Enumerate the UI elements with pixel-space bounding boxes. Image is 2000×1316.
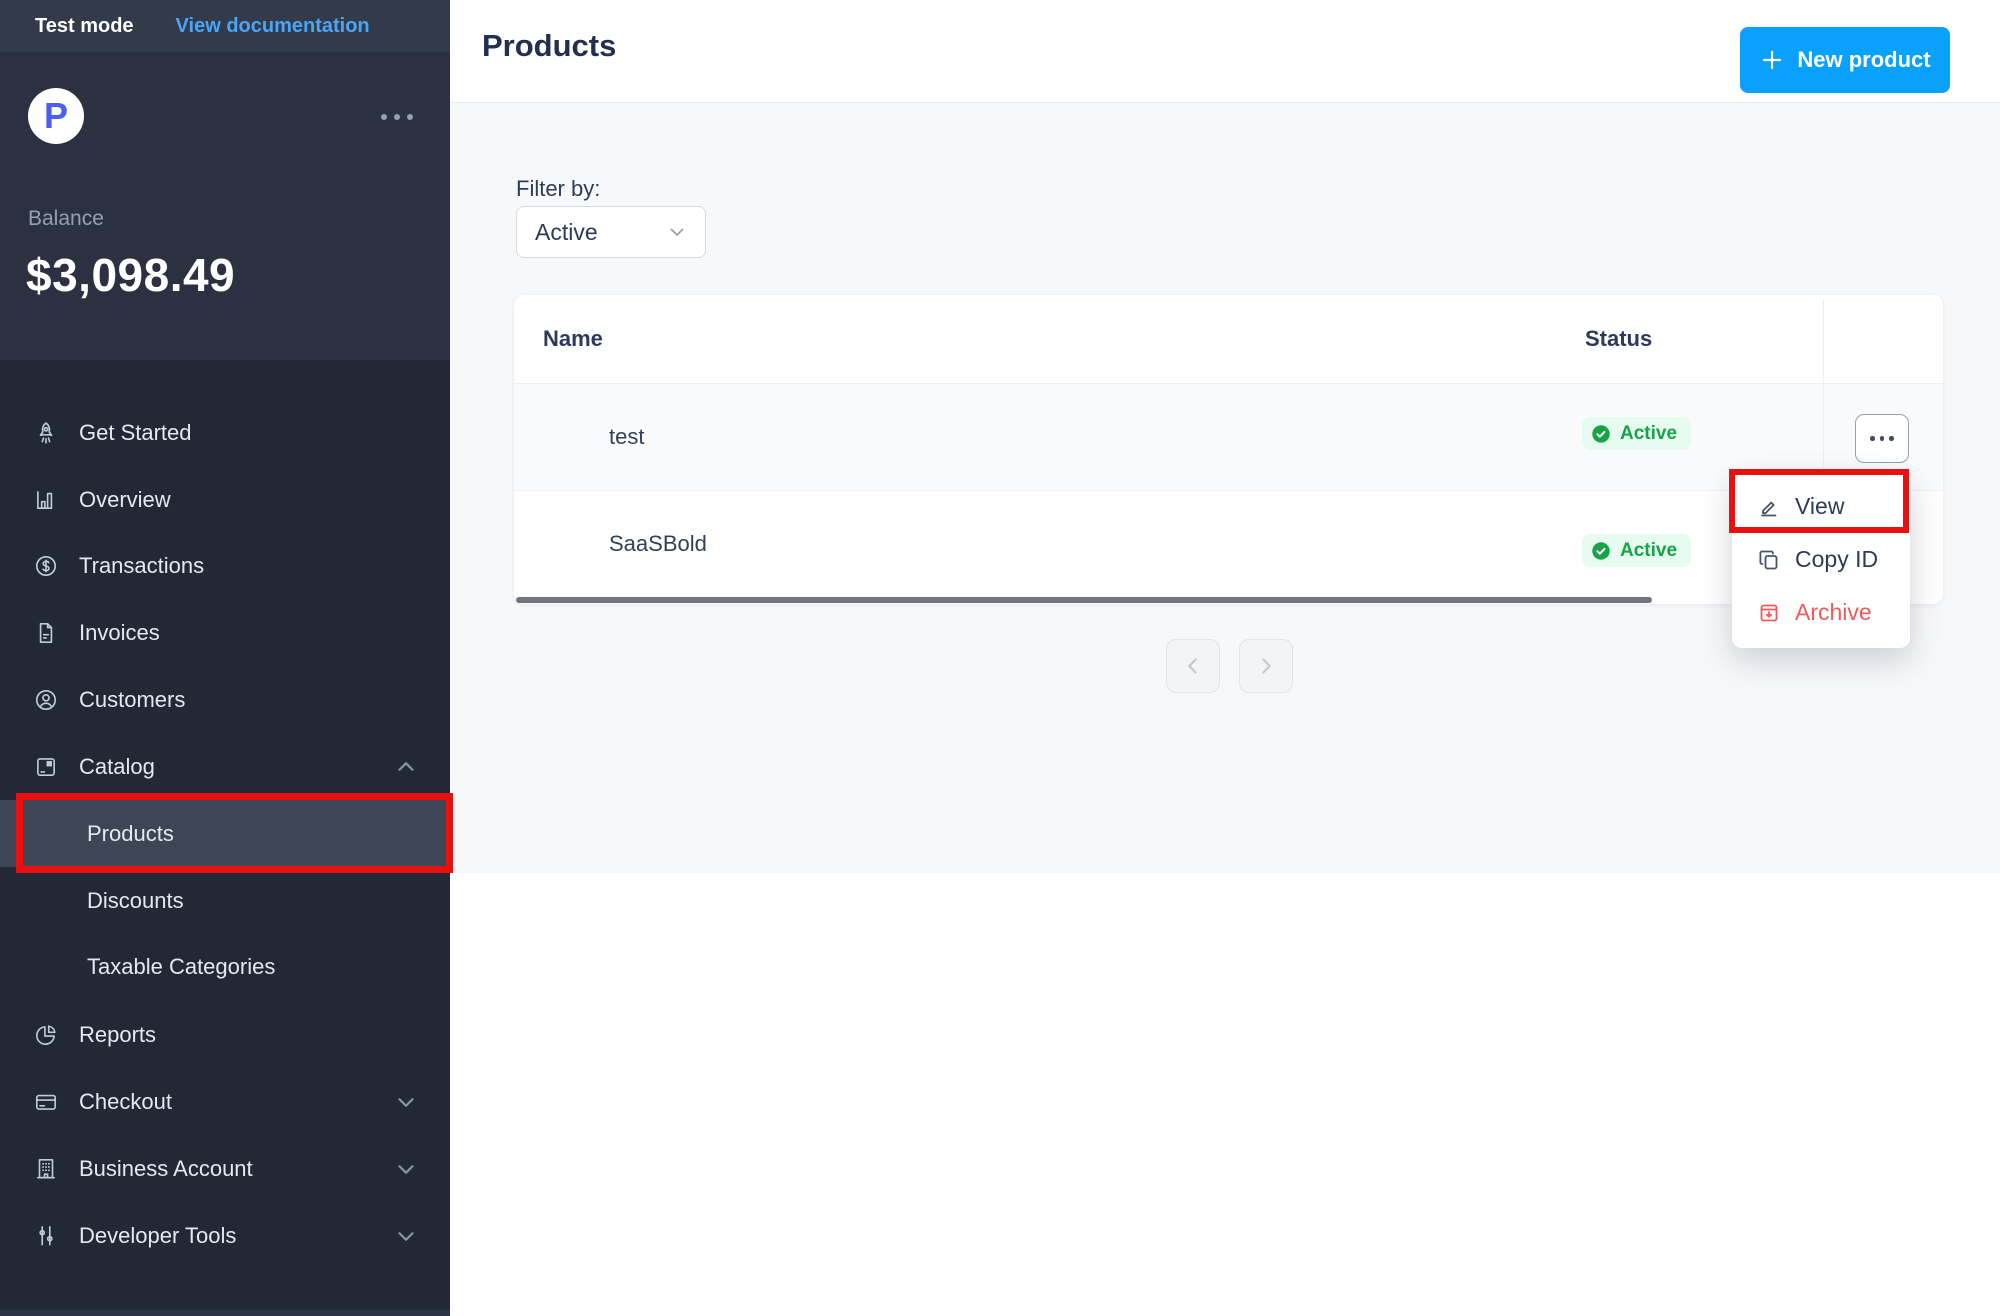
ellipsis-icon [1870,436,1875,441]
test-mode-label: Test mode [35,14,134,37]
sidebar-item-invoices[interactable]: Invoices [0,600,450,666]
sidebar-item-transactions[interactable]: Transactions [0,533,450,599]
ellipsis-icon[interactable] [381,104,421,130]
table-header-row: Name Status [514,295,1943,383]
sidebar-item-label: Taxable Categories [87,954,276,979]
dollar-circle-icon [33,553,59,579]
new-product-button[interactable]: New product [1740,27,1950,93]
sidebar: Test mode View documentation P Balance $… [0,0,450,1316]
sidebar-item-developer-tools[interactable]: Developer Tools [0,1203,450,1269]
paddle-logo: P [28,88,84,144]
status-badge-label: Active [1620,539,1678,561]
chevron-down-icon [393,1156,419,1182]
sidebar-item-label: Discounts [87,888,184,913]
page-title: Products [482,28,617,63]
person-circle-icon [33,687,59,713]
sidebar-item-label: Catalog [79,754,155,779]
pie-chart-icon [33,1022,59,1048]
status-badge-label: Active [1620,422,1678,444]
sidebar-item-overview[interactable]: Overview [0,467,450,533]
pagination-next-button[interactable] [1239,639,1293,693]
filter-by-label: Filter by: [516,176,601,201]
balance-label: Balance [28,207,104,230]
chevron-up-icon [393,754,419,780]
table-row-test[interactable]: test [514,383,1943,490]
sidebar-item-products[interactable]: Products [0,800,450,867]
chevron-down-icon [393,1223,419,1249]
sidebar-item-reports[interactable]: Reports [0,1002,450,1068]
sliders-icon [33,1223,59,1249]
table-row-saasbold[interactable]: SaaSBold [514,490,1943,597]
copy-icon [1757,548,1781,572]
sidebar-item-label: Customers [79,687,186,712]
sidebar-item-customers[interactable]: Customers [0,667,450,733]
bar-chart-icon [33,487,59,513]
row-actions-button[interactable] [1855,414,1909,463]
filter-selected-value: Active [535,218,598,245]
sidebar-item-business-account[interactable]: Business Account [0,1136,450,1202]
check-circle-icon [1590,540,1612,562]
plus-icon [1759,47,1785,73]
sidebar-item-taxable-categories[interactable]: Taxable Categories [0,934,450,1000]
check-circle-icon [1590,423,1612,445]
chevron-left-icon [1180,653,1206,679]
sidebar-item-label: Invoices [79,620,160,645]
credit-card-icon [33,1089,59,1115]
sidebar-item-label: Transactions [79,553,205,578]
column-header-status: Status [1585,326,1653,351]
products-table: Name Status test SaaSBold Active Active [514,295,1943,604]
sidebar-item-label: Business Account [79,1156,253,1181]
sidebar-item-checkout[interactable]: Checkout [0,1069,450,1135]
sidebar-item-label: Overview [79,487,171,512]
logo-letter: P [43,95,68,136]
sidebar-item-label: Products [87,820,174,846]
status-badge: Active [1582,534,1692,567]
sidebar-item-discounts[interactable]: Discounts [0,868,450,934]
pagination-prev-button[interactable] [1166,639,1220,693]
view-documentation-link[interactable]: View documentation [176,15,370,38]
new-product-label: New product [1797,47,1931,72]
product-name-cell: SaaSBold [609,531,707,556]
menu-item-label: Copy ID [1795,546,1879,572]
sidebar-item-label: Get Started [79,420,192,445]
pencil-icon [1757,495,1781,519]
menu-item-copy-id[interactable]: Copy ID [1732,533,1910,586]
sidebar-item-label: Reports [79,1022,157,1047]
test-mode-bar: Test mode View documentation [0,0,450,52]
column-header-name: Name [543,326,603,351]
menu-item-label: Archive [1795,599,1872,625]
chevron-down-icon [393,1089,419,1115]
sidebar-item-catalog[interactable]: Catalog [0,734,450,800]
invoice-icon [33,620,59,646]
sidebar-item-label: Checkout [79,1089,172,1114]
status-badge: Active [1582,417,1692,450]
sidebar-item-get-started[interactable]: Get Started [0,400,450,466]
rocket-icon [33,420,59,446]
sidebar-footer-strip [0,1310,450,1316]
sidebar-item-label: Developer Tools [79,1223,237,1248]
building-icon [33,1156,59,1182]
product-name-cell: test [609,424,645,449]
menu-item-label: View [1795,493,1845,519]
row-context-menu: View Copy ID Archive [1732,470,1910,648]
status-filter-dropdown[interactable]: Active [516,206,706,258]
menu-item-archive[interactable]: Archive [1732,586,1910,639]
archive-box-icon [1757,601,1781,625]
paddle-dashboard: Test mode View documentation P Balance $… [0,0,2000,1316]
package-icon [33,754,59,780]
menu-item-view[interactable]: View [1732,480,1910,533]
balance-amount: $3,098.49 [26,249,236,301]
horizontal-scrollbar[interactable] [516,597,1652,603]
chevron-right-icon [1253,653,1279,679]
chevron-down-icon [665,220,689,244]
